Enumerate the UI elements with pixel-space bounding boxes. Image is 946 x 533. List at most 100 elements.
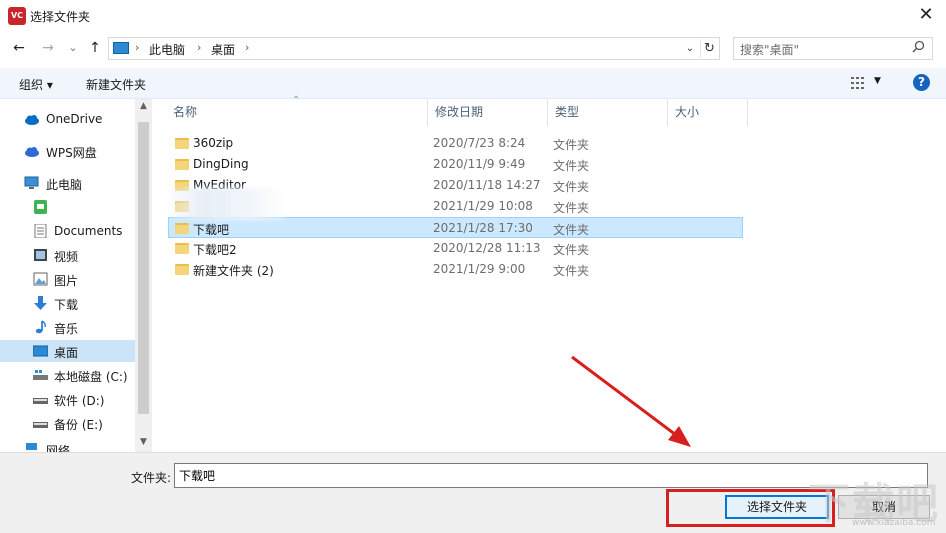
document-icon: [34, 224, 47, 238]
sidebar-item-downloads[interactable]: 下载: [0, 292, 135, 314]
sidebar-item-network[interactable]: 网络: [0, 438, 135, 452]
folder-icon: [175, 138, 189, 149]
watermark-url: www.xiazaiba.com: [852, 518, 936, 528]
search-icon: [912, 40, 925, 57]
sidebar-item-label: 下载: [54, 298, 79, 312]
folder-icon: [175, 223, 189, 234]
column-header-modified[interactable]: 修改日期: [428, 99, 548, 126]
column-header-type[interactable]: 类型: [548, 99, 668, 126]
download-icon: [34, 296, 47, 310]
folder-label: 文件夹:: [131, 471, 172, 485]
sidebar-item-this-pc[interactable]: 此电脑: [0, 172, 135, 194]
sidebar-item-label: 图片: [54, 274, 79, 288]
file-type: 文件夹: [553, 159, 590, 173]
sidebar-item-label: Documents: [54, 224, 123, 238]
file-name: DingDing: [193, 157, 249, 171]
close-button[interactable]: ✕: [906, 0, 946, 32]
sidebar-item-label: 此电脑: [46, 178, 83, 192]
back-button[interactable]: ←: [8, 37, 30, 59]
blurred-redaction: [170, 188, 285, 220]
chevron-down-icon[interactable]: ⌄: [682, 40, 698, 58]
sidebar-item-label: OneDrive: [46, 112, 103, 126]
computer-icon: [113, 42, 129, 54]
sidebar-item-wechat[interactable]: [0, 196, 135, 218]
scroll-up-icon[interactable]: ▲: [135, 101, 152, 111]
sidebar-item-label: 网络: [46, 444, 71, 452]
view-options-icon[interactable]: [851, 76, 867, 90]
file-type: 文件夹: [553, 264, 590, 278]
search-placeholder: 搜索"桌面": [740, 43, 800, 57]
file-modified: 2021/1/29 10:08: [433, 199, 533, 213]
computer-icon: [24, 176, 39, 189]
sidebar-item-label: WPS网盘: [46, 146, 97, 160]
wechat-icon: [34, 200, 47, 214]
sidebar-item-label: 桌面: [54, 346, 79, 360]
breadcrumb-desktop[interactable]: 桌面: [211, 41, 235, 58]
sidebar-item-pictures[interactable]: 图片: [0, 268, 135, 290]
desktop-icon: [33, 345, 48, 357]
chevron-down-icon[interactable]: ▼: [874, 76, 881, 86]
file-type: 文件夹: [553, 180, 590, 194]
sidebar-item-label: 视频: [54, 250, 79, 264]
sidebar-item-drive-c[interactable]: 本地磁盘 (C:): [0, 364, 135, 386]
file-modified: 2020/7/23 8:24: [433, 136, 526, 150]
chevron-right-icon: ›: [197, 41, 202, 54]
file-modified: 2020/12/28 11:13: [433, 241, 541, 255]
file-type: 文件夹: [553, 201, 590, 215]
scroll-down-icon[interactable]: ▼: [135, 437, 152, 447]
up-button[interactable]: ↑: [84, 37, 106, 59]
navigation-pane: OneDrive WPS网盘 此电脑 Documents 视频 图片 下载 音乐…: [0, 99, 152, 452]
file-name: 下载吧2: [193, 243, 237, 257]
address-bar[interactable]: › 此电脑 › 桌面 › ⌄ ↻: [108, 37, 720, 60]
sidebar-item-label: 备份 (E:): [54, 418, 103, 432]
window-title: 选择文件夹: [30, 10, 91, 24]
sidebar-item-onedrive[interactable]: OneDrive: [0, 108, 135, 130]
sort-ascending-icon: ⌃: [292, 95, 301, 106]
table-row[interactable]: 360zip 2020/7/23 8:24 文件夹: [169, 133, 744, 154]
file-type: 文件夹: [553, 223, 590, 237]
sidebar-item-label: 本地磁盘 (C:): [54, 370, 128, 384]
organize-button[interactable]: 组织 ▾: [19, 76, 53, 93]
file-name: 下载吧: [193, 223, 230, 237]
table-row[interactable]: 下载吧2 2020/12/28 11:13 文件夹: [169, 238, 744, 259]
search-input[interactable]: 搜索"桌面": [733, 37, 933, 60]
network-icon: [26, 443, 37, 450]
file-list: 名称 ⌃ 修改日期 类型 大小 360zip 2020/7/23 8:24 文件…: [152, 95, 946, 452]
sidebar-item-drive-e[interactable]: 备份 (E:): [0, 412, 135, 434]
picture-icon: [33, 272, 48, 286]
new-folder-button[interactable]: 新建文件夹: [86, 76, 146, 93]
file-modified: 2021/1/29 9:00: [433, 262, 526, 276]
refresh-icon[interactable]: ↻: [700, 39, 718, 58]
table-row-selected[interactable]: 下载吧 2021/1/28 17:30 文件夹: [168, 217, 743, 238]
drive-icon: [33, 422, 48, 428]
cloud-icon: [25, 115, 39, 125]
sidebar-scroll-thumb[interactable]: [138, 122, 149, 414]
chevron-right-icon: ›: [135, 41, 140, 54]
file-modified: 2020/11/9 9:49: [433, 157, 526, 171]
file-type: 文件夹: [553, 243, 590, 257]
sidebar-item-label: 软件 (D:): [54, 394, 105, 408]
help-icon[interactable]: ?: [913, 74, 930, 91]
drive-icon: [33, 370, 48, 380]
column-header-size[interactable]: 大小: [668, 99, 748, 126]
forward-button[interactable]: →: [37, 37, 59, 59]
sidebar-item-drive-d[interactable]: 软件 (D:): [0, 388, 135, 410]
folder-icon: [175, 264, 189, 275]
video-icon: [34, 249, 47, 261]
folder-icon: [175, 159, 189, 170]
chevron-right-icon: ›: [245, 41, 250, 54]
cloud-icon: [25, 147, 39, 157]
table-row[interactable]: DingDing 2020/11/9 9:49 文件夹: [169, 154, 744, 175]
file-modified: 2020/11/18 14:27: [433, 178, 541, 192]
sidebar-item-documents[interactable]: Documents: [0, 220, 135, 242]
sidebar-item-videos[interactable]: 视频: [0, 244, 135, 266]
table-row[interactable]: 新建文件夹 (2) 2021/1/29 9:00 文件夹: [169, 259, 744, 280]
breadcrumb-this-pc[interactable]: 此电脑: [149, 41, 185, 58]
music-icon: [35, 320, 46, 334]
sidebar-item-music[interactable]: 音乐: [0, 316, 135, 338]
sidebar-item-wps-cloud[interactable]: WPS网盘: [0, 140, 135, 162]
title-bar: [0, 0, 946, 32]
sidebar-item-desktop[interactable]: 桌面: [0, 340, 135, 362]
folder-icon: [175, 243, 189, 254]
recent-locations-button[interactable]: ⌄: [62, 37, 84, 59]
